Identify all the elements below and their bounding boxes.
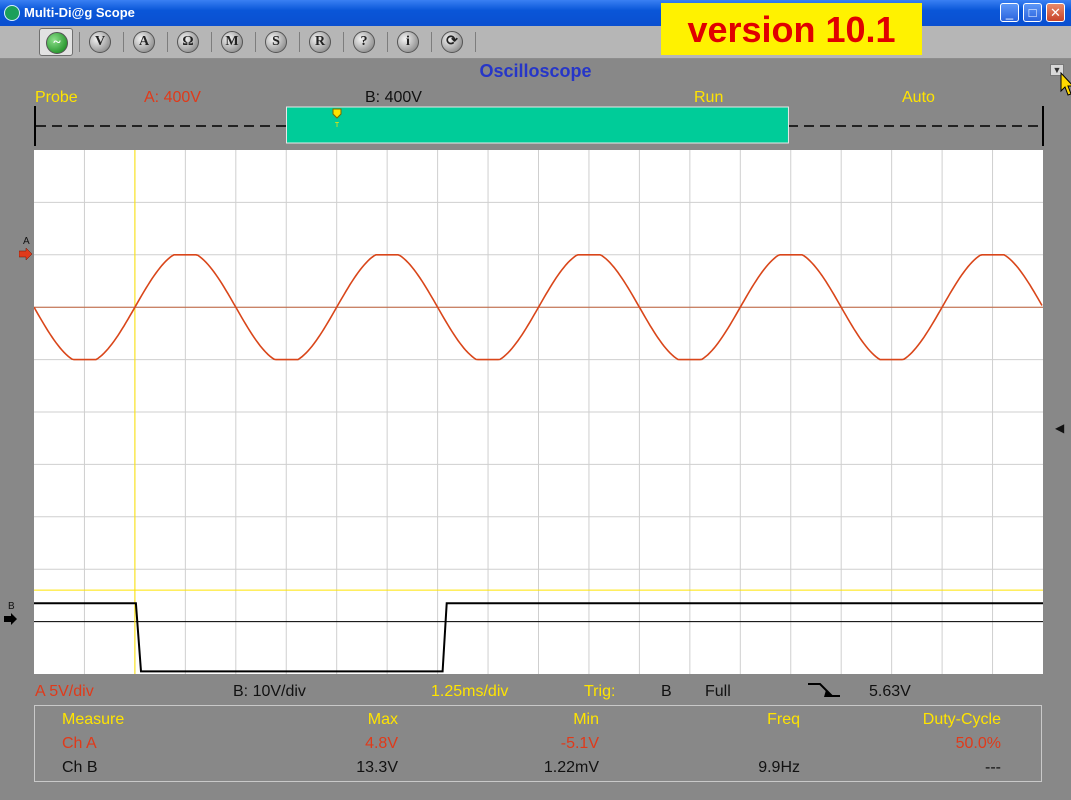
ammeter-icon: A — [133, 31, 155, 53]
side-panel-toggle-icon[interactable]: ◀ — [1055, 421, 1064, 435]
trigger-slope-icon[interactable] — [806, 682, 842, 700]
info-button[interactable]: i — [391, 28, 425, 56]
m-icon: M — [221, 31, 243, 53]
close-button[interactable]: ✕ — [1046, 3, 1065, 22]
minimize-button[interactable]: _ — [1000, 3, 1019, 22]
ch-a-row-label: Ch A — [62, 735, 97, 752]
voltmeter-button[interactable]: V — [83, 28, 117, 56]
toolbar-separator — [475, 32, 476, 52]
help-icon: ? — [353, 31, 375, 53]
svg-text:T: T — [335, 122, 340, 129]
ch-a-min: -5.1V — [560, 735, 599, 752]
auto-button[interactable]: Auto — [902, 89, 935, 107]
timeline-bar[interactable]: T — [34, 106, 1044, 146]
toolbar-separator — [343, 32, 344, 52]
channel-a-range[interactable]: A: 400V — [144, 89, 201, 107]
voltmeter-icon: V — [89, 31, 111, 53]
window-title: Multi-Di@g Scope — [24, 5, 135, 20]
m-button[interactable]: M — [215, 28, 249, 56]
min-header: Min — [573, 711, 599, 728]
channel-b-range[interactable]: B: 400V — [365, 89, 422, 107]
s-icon: S — [265, 31, 287, 53]
scope-icon: ~ — [46, 32, 68, 54]
toolbar-separator — [255, 32, 256, 52]
toolbar-separator — [211, 32, 212, 52]
probe-button[interactable]: Probe — [35, 89, 78, 107]
ohmmeter-button[interactable]: Ω — [171, 28, 205, 56]
r-button[interactable]: R — [303, 28, 337, 56]
channel-a-offset-icon[interactable] — [19, 248, 33, 260]
ch-b-row-label: Ch B — [62, 759, 98, 776]
ch-b-min: 1.22mV — [543, 759, 599, 776]
waveform-plot — [34, 150, 1043, 674]
toolbar-separator — [79, 32, 80, 52]
info-icon: i — [397, 31, 419, 53]
measurement-table: Measure Max Min Freq Duty-Cycle Ch A 4.8… — [34, 705, 1042, 782]
channel-b-offset-icon[interactable] — [4, 613, 18, 625]
ch-b-freq: 9.9Hz — [758, 759, 800, 776]
maximize-button[interactable]: □ — [1023, 3, 1042, 22]
mouse-cursor-icon — [1060, 72, 1071, 96]
refresh-icon: ⟳ — [441, 31, 463, 53]
toolbar-separator — [387, 32, 388, 52]
ch-b-max: 13.3V — [356, 759, 398, 776]
run-button[interactable]: Run — [694, 89, 723, 107]
freq-header: Freq — [767, 711, 800, 728]
channel-b-marker-label: B — [8, 601, 15, 612]
timeline-window[interactable] — [286, 106, 789, 144]
trigger-mode[interactable]: Full — [705, 683, 731, 701]
ammeter-button[interactable]: A — [127, 28, 161, 56]
duty-cycle-header: Duty-Cycle — [922, 711, 1001, 728]
toolbar-separator — [299, 32, 300, 52]
scope-mode-button[interactable]: ~ — [39, 28, 73, 56]
toolbar-separator — [431, 32, 432, 52]
ch-b-duty-cycle: --- — [985, 759, 1001, 776]
s-button[interactable]: S — [259, 28, 293, 56]
timebase[interactable]: 1.25ms/div — [431, 683, 508, 701]
toolbar-separator — [167, 32, 168, 52]
refresh-button[interactable]: ⟳ — [435, 28, 469, 56]
ch-a-duty-cycle: 50.0% — [955, 735, 1001, 752]
help-button[interactable]: ? — [347, 28, 381, 56]
version-banner: version 10.1 — [661, 3, 922, 55]
max-header: Max — [367, 711, 398, 728]
toolbar-separator — [123, 32, 124, 52]
grid — [34, 150, 1043, 674]
scope-title: Oscilloscope — [479, 61, 592, 81]
channel-a-marker-label: A — [23, 236, 30, 247]
measure-header: Measure — [62, 711, 125, 728]
trigger-channel[interactable]: B — [661, 683, 672, 701]
trigger-level[interactable]: 5.63V — [869, 683, 911, 701]
r-icon: R — [309, 31, 331, 53]
channel-a-scale[interactable]: A 5V/div — [35, 683, 94, 701]
scope-display[interactable] — [34, 150, 1043, 674]
trigger-label: Trig: — [584, 683, 616, 700]
ch-a-max: 4.8V — [365, 735, 398, 752]
app-icon — [4, 5, 20, 21]
ohm-icon: Ω — [177, 31, 199, 53]
channel-b-scale[interactable]: B: 10V/div — [233, 683, 306, 701]
